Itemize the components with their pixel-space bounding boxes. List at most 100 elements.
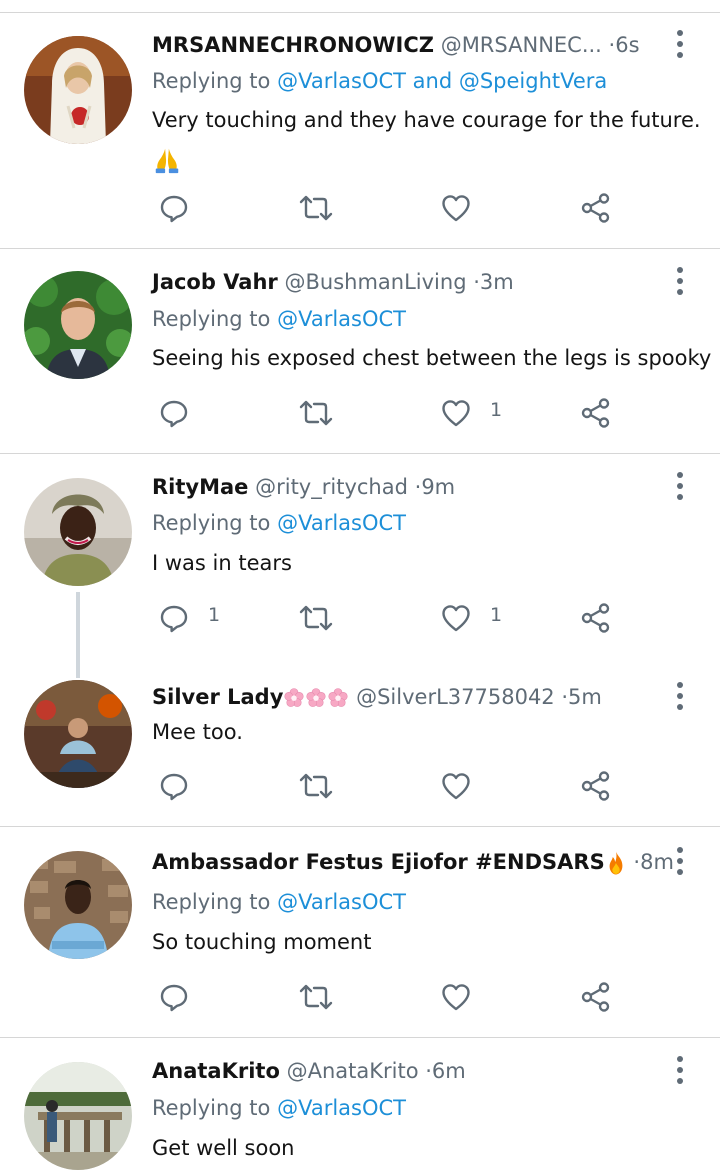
tweet-header: RityMae @rity_ritychad ·9m xyxy=(152,472,455,502)
replying-to: Replying to @VarlasOCT xyxy=(152,1093,406,1123)
heart-icon xyxy=(440,397,472,429)
replying-to-link[interactable]: @VarlasOCT and @SpeightVera xyxy=(277,69,607,93)
reply-count: 1 xyxy=(208,604,221,626)
retweet-icon xyxy=(298,981,334,1013)
replying-to-link[interactable]: @VarlasOCT xyxy=(277,1096,406,1120)
timestamp[interactable]: 9m xyxy=(421,475,455,499)
more-vertical-icon[interactable] xyxy=(672,28,688,64)
reply-button[interactable] xyxy=(158,393,198,433)
tweet-item[interactable]: Ambassador Festus Ejiofor #ENDSARS ·8m R… xyxy=(0,827,720,1037)
replying-to-link[interactable]: @VarlasOCT xyxy=(277,307,406,331)
like-count: 1 xyxy=(490,399,503,421)
avatar[interactable] xyxy=(24,36,132,144)
tweet-header: AnataKrito @AnataKrito ·6m xyxy=(152,1056,466,1086)
more-vertical-icon[interactable] xyxy=(672,470,688,506)
share-button[interactable] xyxy=(580,393,616,433)
replying-to: Replying to @VarlasOCT and @SpeightVera xyxy=(152,66,607,96)
tweet-header: MRSANNECHRONOWICZ @MRSANNEC... ·6s xyxy=(152,30,640,60)
avatar[interactable] xyxy=(24,271,132,379)
author-handle[interactable]: @rity_ritychad xyxy=(255,475,408,499)
tweet-text: I was in tears xyxy=(152,551,292,575)
replying-prefix: Replying to xyxy=(152,1096,271,1120)
share-icon xyxy=(580,397,612,429)
fire-emoji-icon xyxy=(605,850,627,876)
share-button[interactable] xyxy=(580,598,616,638)
avatar[interactable] xyxy=(24,1062,132,1170)
tweet-actions: 1 xyxy=(0,393,720,433)
share-button[interactable] xyxy=(580,188,616,228)
more-vertical-icon[interactable] xyxy=(672,265,688,301)
tweet-header: Silver Lady @SilverL37758042 ·5m xyxy=(152,682,602,712)
like-button[interactable]: 1 xyxy=(440,393,510,433)
retweet-button[interactable] xyxy=(298,977,338,1017)
timestamp[interactable]: 3m xyxy=(480,270,514,294)
more-vertical-icon[interactable] xyxy=(672,680,688,716)
tweet-item[interactable]: RityMae @rity_ritychad ·9m Replying to @… xyxy=(0,454,720,659)
tweet-text: Very touching and they have courage for … xyxy=(152,108,701,132)
like-button[interactable] xyxy=(440,188,480,228)
avatar-image xyxy=(24,851,132,959)
retweet-button[interactable] xyxy=(298,393,338,433)
author-handle[interactable]: @BushmanLiving xyxy=(284,270,466,294)
author-handle[interactable]: @SilverL37758042 xyxy=(356,685,555,709)
tweet-text: Mee too. xyxy=(152,720,243,744)
tweet-header: Ambassador Festus Ejiofor #ENDSARS ·8m xyxy=(152,847,674,877)
avatar[interactable] xyxy=(24,478,132,586)
author-name[interactable]: RityMae xyxy=(152,475,248,499)
timestamp[interactable]: 6m xyxy=(432,1059,466,1083)
reply-button[interactable] xyxy=(158,977,198,1017)
retweet-button[interactable] xyxy=(298,188,338,228)
share-button[interactable] xyxy=(580,977,616,1017)
replying-prefix: Replying to xyxy=(152,511,271,535)
timestamp[interactable]: 6s xyxy=(615,33,639,57)
replying-to: Replying to @VarlasOCT xyxy=(152,887,406,917)
heart-icon xyxy=(440,602,472,634)
separator-dot: · xyxy=(473,270,480,294)
tweet-text: So touching moment xyxy=(152,930,372,954)
avatar[interactable] xyxy=(24,851,132,959)
author-handle[interactable]: @MRSANNEC... xyxy=(441,33,602,57)
reply-button[interactable] xyxy=(158,188,198,228)
like-button[interactable] xyxy=(440,977,480,1017)
author-name[interactable]: Ambassador Festus Ejiofor #ENDSARS xyxy=(152,850,605,874)
like-count: 1 xyxy=(490,604,503,626)
reply-icon xyxy=(158,770,190,802)
retweet-button[interactable] xyxy=(298,598,338,638)
more-vertical-icon[interactable] xyxy=(672,845,688,881)
replying-to: Replying to @VarlasOCT xyxy=(152,304,406,334)
tweet-item[interactable]: Jacob Vahr @BushmanLiving ·3m Replying t… xyxy=(0,249,720,453)
author-name[interactable]: AnataKrito xyxy=(152,1059,280,1083)
share-button[interactable] xyxy=(580,766,616,806)
retweet-button[interactable] xyxy=(298,766,338,806)
tweet-text-line2 xyxy=(152,140,182,178)
replying-prefix: Replying to xyxy=(152,890,271,914)
timestamp[interactable]: 8m xyxy=(640,850,674,874)
share-icon xyxy=(580,981,612,1013)
share-icon xyxy=(580,602,612,634)
share-icon xyxy=(580,770,612,802)
reply-icon xyxy=(158,397,190,429)
replying-prefix: Replying to xyxy=(152,307,271,331)
author-name[interactable]: Silver Lady xyxy=(152,685,283,709)
tweet-actions xyxy=(0,766,720,806)
heart-icon xyxy=(440,770,472,802)
tweet-item[interactable]: Silver Lady @SilverL37758042 ·5m Mee too… xyxy=(0,660,720,826)
tweet-item[interactable]: MRSANNECHRONOWICZ @MRSANNEC... ·6s Reply… xyxy=(0,12,720,248)
author-name[interactable]: MRSANNECHRONOWICZ xyxy=(152,33,434,57)
tweet-text: Get well soon xyxy=(152,1136,295,1160)
like-button[interactable] xyxy=(440,766,480,806)
reply-button[interactable] xyxy=(158,766,198,806)
avatar-image xyxy=(24,478,132,586)
like-button[interactable]: 1 xyxy=(440,598,510,638)
more-vertical-icon[interactable] xyxy=(672,1054,688,1090)
timestamp[interactable]: 5m xyxy=(568,685,602,709)
reply-button[interactable]: 1 xyxy=(158,598,228,638)
author-handle[interactable]: @AnataKrito xyxy=(287,1059,419,1083)
blossom-emoji-icon xyxy=(305,687,327,709)
replying-to-link[interactable]: @VarlasOCT xyxy=(277,511,406,535)
retweet-icon xyxy=(298,192,334,224)
separator-dot: · xyxy=(425,1059,432,1083)
author-name[interactable]: Jacob Vahr xyxy=(152,270,278,294)
replying-to-link[interactable]: @VarlasOCT xyxy=(277,890,406,914)
tweet-item[interactable]: AnataKrito @AnataKrito ·6m Replying to @… xyxy=(0,1038,720,1171)
